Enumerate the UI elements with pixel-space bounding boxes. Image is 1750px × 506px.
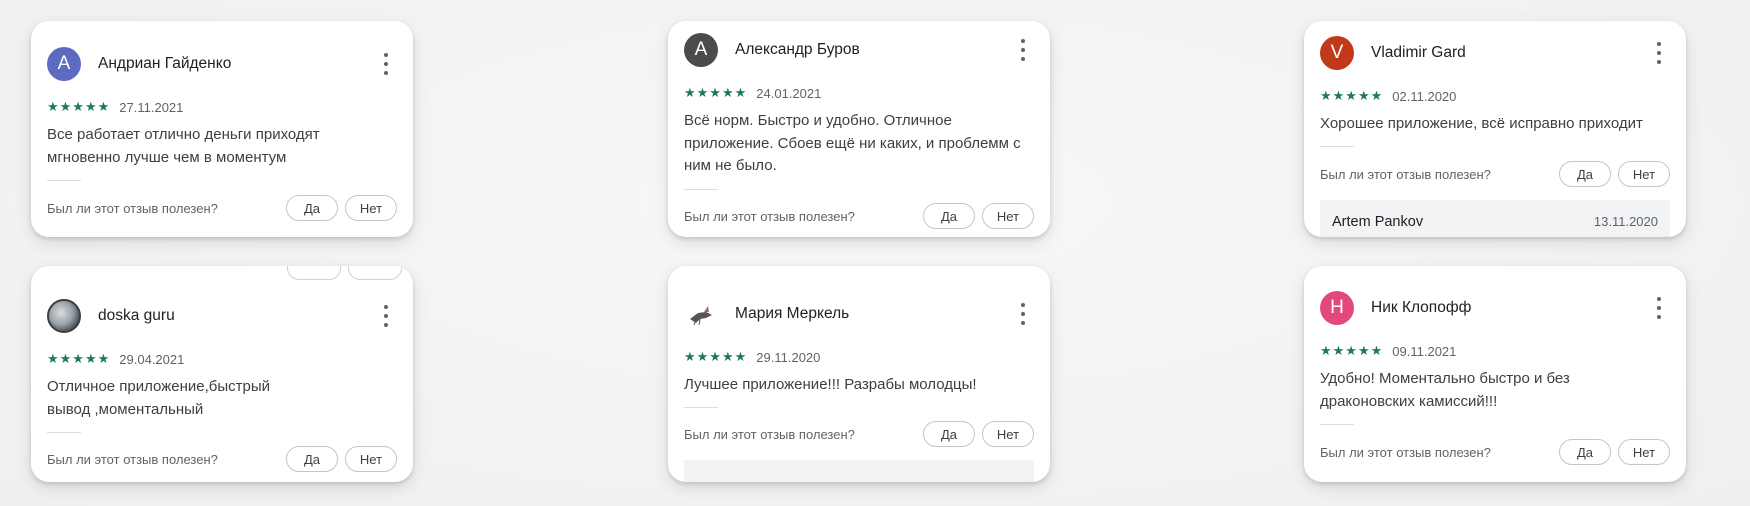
reply-author: Artem Pankov (1332, 214, 1424, 230)
rating: ★★★★★ 02.11.2020 (1320, 88, 1456, 104)
helpful-row: Был ли этот отзыв полезен? Да Нет (47, 446, 397, 472)
bird-icon (690, 306, 712, 326)
star-rating-icon: ★★★★★ (47, 351, 111, 366)
yes-button[interactable]: Да (1559, 161, 1611, 187)
review-text: Все работает отлично деньги приходят мгн… (47, 126, 320, 166)
helpful-row: Был ли этот отзыв полезен? Да Нет (1320, 161, 1670, 187)
no-button[interactable]: Нет (982, 421, 1034, 447)
review-date: 29.04.2021 (119, 351, 185, 367)
avatar: V (1320, 36, 1354, 70)
helpful-question: Был ли этот отзыв полезен? (1320, 166, 1491, 182)
review-card: doska guru ★★★★★ 29.04.2021 Отличное при… (31, 266, 413, 482)
review-text: Хорошее приложение, всё исправно приходи… (1320, 115, 1643, 132)
avatar: Н (1320, 291, 1354, 325)
divider (684, 189, 718, 190)
review-text: Лучшее приложение!!! Разрабы молодцы! (684, 376, 977, 393)
review-header: А Андриан Гайденко (47, 47, 397, 81)
star-rating-icon: ★★★★★ (47, 99, 111, 114)
review-date: 02.11.2020 (1392, 88, 1457, 104)
reviewer-name: Мария Меркель (735, 305, 850, 322)
yes-button[interactable]: Да (1559, 439, 1611, 465)
helpful-row: Был ли этот отзыв полезен? Да Нет (47, 195, 397, 221)
review-header: А Александр Буров (684, 33, 1034, 67)
reviewer-name: doska guru (98, 307, 175, 324)
review-card: А Александр Буров ★★★★★ 24.01.2021 Всё н… (668, 21, 1050, 237)
star-rating-icon: ★★★★★ (684, 85, 748, 100)
reply-date: 13.11.2020 (1593, 214, 1658, 229)
rating: ★★★★★ 09.11.2021 (1320, 343, 1456, 359)
helpful-row: Был ли этот отзыв полезен? Да Нет (684, 421, 1034, 447)
developer-reply-clipped (684, 460, 1034, 482)
no-button[interactable]: Нет (345, 446, 397, 472)
no-button[interactable]: Нет (345, 195, 397, 221)
review-date: 29.11.2020 (756, 349, 821, 365)
review-card: А Андриан Гайденко ★★★★★ 27.11.2021 Все … (31, 21, 413, 237)
review-date: 09.11.2021 (1392, 343, 1457, 359)
more-options-icon[interactable] (1020, 39, 1026, 61)
review-header: doska guru (47, 299, 397, 333)
reviewer-name: Ник Клопофф (1371, 299, 1472, 316)
no-button[interactable]: Нет (1618, 161, 1670, 187)
reviewer-name: Vladimir Gard (1371, 44, 1466, 61)
more-options-icon[interactable] (1656, 42, 1662, 64)
review-date: 27.11.2021 (119, 99, 184, 115)
star-rating-icon: ★★★★★ (1320, 88, 1384, 103)
avatar-photo (684, 297, 718, 331)
review-text: Всё норм. Быстро и удобно. Отличное прил… (684, 112, 1021, 174)
no-button[interactable]: Нет (982, 203, 1034, 229)
review-text: Отличное приложение,быстрый вывод ,момен… (47, 378, 271, 418)
review-card: Мария Меркель ★★★★★ 29.11.2020 Лучшее пр… (668, 266, 1050, 482)
star-rating-icon: ★★★★★ (1320, 343, 1384, 358)
rating: ★★★★★ 29.11.2020 (684, 349, 820, 365)
yes-button[interactable]: Да (286, 446, 338, 472)
review-header: Н Ник Клопофф (1320, 291, 1670, 325)
helpful-question: Был ли этот отзыв полезен? (1320, 444, 1491, 460)
review-card: Н Ник Клопофф ★★★★★ 09.11.2021 Удобно! М… (1304, 266, 1686, 482)
avatar: А (47, 47, 81, 81)
yes-button[interactable]: Да (923, 203, 975, 229)
helpful-row: Был ли этот отзыв полезен? Да Нет (1320, 439, 1670, 465)
review-header: Мария Меркель (684, 297, 1034, 331)
divider (684, 407, 718, 408)
developer-reply: Artem Pankov 13.11.2020 (1320, 200, 1670, 237)
yes-button[interactable]: Да (923, 421, 975, 447)
review-card: V Vladimir Gard ★★★★★ 02.11.2020 Хорошее… (1304, 21, 1686, 237)
review-text: Удобно! Моментально быстро и без драконо… (1320, 370, 1570, 410)
more-options-icon[interactable] (383, 305, 389, 327)
rating: ★★★★★ 27.11.2021 (47, 99, 183, 115)
avatar-photo (47, 299, 81, 333)
clipped-buttons (287, 266, 409, 280)
more-options-icon[interactable] (1656, 297, 1662, 319)
star-rating-icon: ★★★★★ (684, 349, 748, 364)
divider (1320, 146, 1354, 147)
helpful-question: Был ли этот отзыв полезен? (47, 451, 218, 467)
more-options-icon[interactable] (383, 53, 389, 75)
review-date: 24.01.2021 (756, 85, 822, 101)
rating: ★★★★★ 29.04.2021 (47, 351, 184, 367)
rating: ★★★★★ 24.01.2021 (684, 85, 821, 101)
yes-button[interactable]: Да (286, 195, 338, 221)
reviewer-name: Андриан Гайденко (98, 55, 232, 72)
helpful-row: Был ли этот отзыв полезен? Да Нет (684, 203, 1034, 229)
avatar: А (684, 33, 718, 67)
reviewer-name: Александр Буров (735, 41, 860, 58)
more-options-icon[interactable] (1020, 303, 1026, 325)
helpful-question: Был ли этот отзыв полезен? (684, 208, 855, 224)
review-header: V Vladimir Gard (1320, 36, 1670, 70)
no-button[interactable]: Нет (1618, 439, 1670, 465)
divider (47, 180, 81, 181)
divider (1320, 424, 1354, 425)
helpful-question: Был ли этот отзыв полезен? (47, 200, 218, 216)
divider (47, 432, 81, 433)
helpful-question: Был ли этот отзыв полезен? (684, 426, 855, 442)
